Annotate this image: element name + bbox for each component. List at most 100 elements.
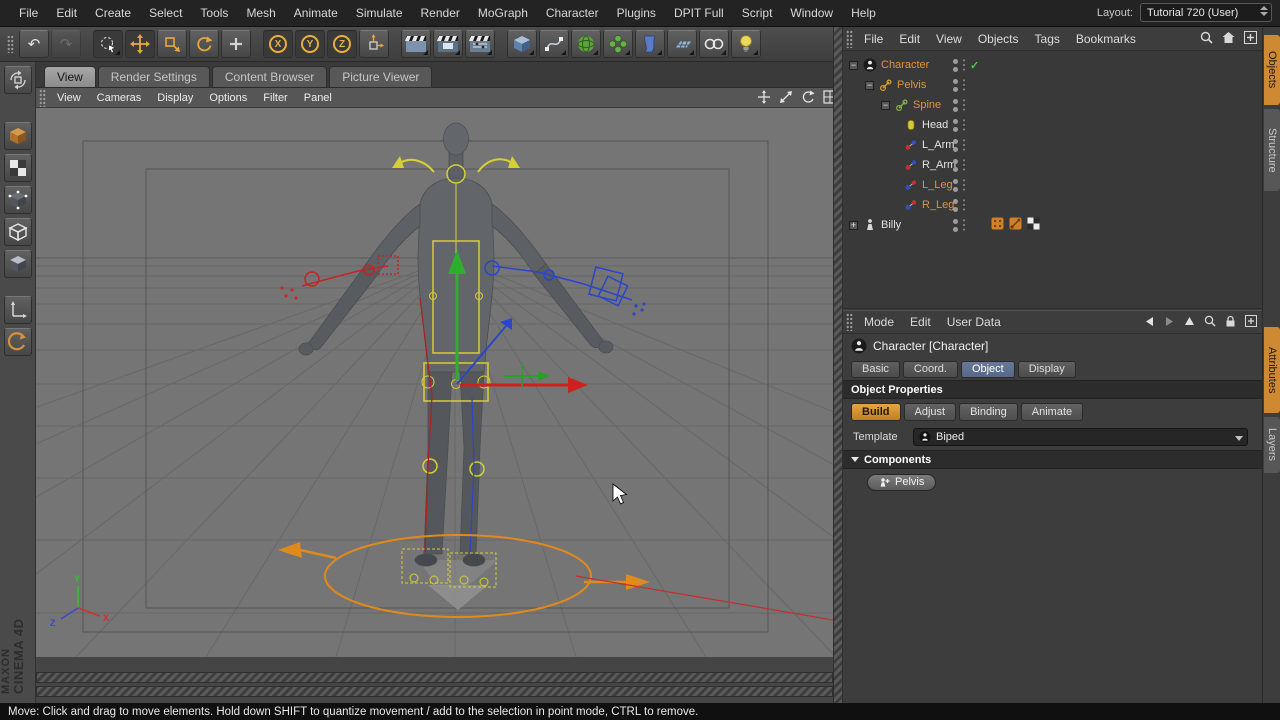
menu-tools[interactable]: Tools — [191, 6, 237, 20]
om-menu-objects[interactable]: Objects — [970, 32, 1027, 46]
scale-tool-button[interactable] — [157, 30, 187, 58]
expand-icon[interactable]: + — [849, 221, 858, 230]
tab-content-browser[interactable]: Content Browser — [212, 66, 327, 87]
coordinate-system-button[interactable] — [359, 30, 389, 58]
visibility-dots[interactable] — [953, 59, 958, 72]
zoom-view-icon[interactable] — [779, 90, 793, 104]
side-tab-objects[interactable]: Objects — [1264, 35, 1280, 105]
vp-menu-options[interactable]: Options — [201, 92, 255, 104]
last-tool-button[interactable] — [221, 30, 251, 58]
om-menu-tags[interactable]: Tags — [1027, 32, 1068, 46]
weight-tag-icon[interactable] — [991, 217, 1004, 230]
tab-object[interactable]: Object — [961, 361, 1015, 378]
rig-right-arm[interactable] — [470, 261, 646, 552]
animate-mode-button[interactable]: Animate — [1021, 403, 1083, 421]
menu-dpit-full[interactable]: DPIT Full — [665, 6, 733, 20]
am-menu-user-data[interactable]: User Data — [939, 315, 1009, 329]
tree-row-head[interactable]: Head — [843, 115, 1262, 135]
template-dropdown[interactable]: Biped — [913, 428, 1248, 446]
collapse-icon[interactable]: − — [849, 61, 858, 70]
skin-tag-icon[interactable] — [1009, 217, 1022, 230]
add-panel-icon[interactable] — [1244, 31, 1257, 44]
visibility-dots[interactable] — [953, 119, 958, 132]
vp-menu-cameras[interactable]: Cameras — [89, 92, 150, 104]
enable-axis-button[interactable] — [4, 328, 32, 356]
x-axis-lock-button[interactable]: X — [263, 30, 293, 58]
tree-row-character[interactable]: − Character ✓ — [843, 55, 1262, 75]
y-axis-lock-button[interactable]: Y — [295, 30, 325, 58]
texture-tag-icon[interactable] — [1027, 217, 1040, 230]
tree-row-spine[interactable]: − Spine — [843, 95, 1262, 115]
search-icon[interactable] — [1204, 315, 1216, 327]
render-view-button[interactable] — [401, 30, 431, 58]
menu-mesh[interactable]: Mesh — [237, 6, 284, 20]
layout-dropdown[interactable]: Tutorial 720 (User) — [1140, 3, 1272, 22]
history-forward-icon[interactable] — [1164, 316, 1175, 327]
add-cube-button[interactable] — [507, 30, 537, 58]
tab-basic[interactable]: Basic — [851, 361, 900, 378]
om-menu-bookmarks[interactable]: Bookmarks — [1068, 32, 1144, 46]
tab-render-settings[interactable]: Render Settings — [98, 66, 210, 87]
tree-row-r-arm[interactable]: R_Arm — [843, 155, 1262, 175]
menu-character[interactable]: Character — [537, 6, 608, 20]
menu-select[interactable]: Select — [140, 6, 191, 20]
tree-row-billy[interactable]: + Billy — [843, 215, 1262, 235]
toolbar-grip[interactable] — [7, 35, 14, 53]
tree-row-l-leg[interactable]: L_Leg — [843, 175, 1262, 195]
add-environment-button[interactable] — [667, 30, 697, 58]
object-label[interactable]: R_Arm — [922, 159, 956, 171]
side-tab-attributes[interactable]: Attributes — [1264, 327, 1280, 413]
add-panel-icon[interactable] — [1245, 315, 1257, 327]
tree-row-pelvis[interactable]: − Pelvis — [843, 75, 1262, 95]
rotate-tool-button[interactable] — [189, 30, 219, 58]
edges-mode-button[interactable] — [4, 218, 32, 246]
visibility-dots[interactable] — [953, 159, 958, 172]
visibility-dots[interactable] — [953, 99, 958, 112]
side-tab-structure[interactable]: Structure — [1264, 109, 1280, 191]
z-axis-lock-button[interactable]: Z — [327, 30, 357, 58]
tab-view[interactable]: View — [44, 66, 96, 87]
vertical-splitter[interactable] — [833, 27, 843, 703]
object-label[interactable]: Spine — [913, 99, 941, 111]
rig-root-controller[interactable] — [278, 535, 833, 620]
points-mode-button[interactable] — [4, 186, 32, 214]
menu-simulate[interactable]: Simulate — [347, 6, 412, 20]
menu-script[interactable]: Script — [733, 6, 782, 20]
menu-mograph[interactable]: MoGraph — [469, 6, 537, 20]
menu-window[interactable]: Window — [781, 6, 842, 20]
pan-view-icon[interactable] — [757, 90, 771, 104]
menu-plugins[interactable]: Plugins — [608, 6, 665, 20]
home-icon[interactable] — [1222, 31, 1235, 44]
menu-create[interactable]: Create — [86, 6, 140, 20]
dropdown-arrow-icon[interactable] — [1235, 436, 1243, 441]
am-menu-edit[interactable]: Edit — [902, 315, 939, 329]
visibility-dots[interactable] — [953, 179, 958, 192]
timeline-splitter-bar[interactable] — [36, 672, 833, 683]
tab-picture-viewer[interactable]: Picture Viewer — [329, 66, 432, 87]
collapse-triangle-icon[interactable] — [851, 457, 859, 462]
object-label[interactable]: R_Leg — [922, 199, 954, 211]
polygons-mode-button[interactable] — [4, 250, 32, 278]
rotate-view-icon[interactable] — [801, 90, 815, 104]
object-label[interactable]: Head — [922, 119, 948, 131]
add-pelvis-component-button[interactable]: Pelvis — [867, 474, 936, 491]
menu-help[interactable]: Help — [842, 6, 885, 20]
render-settings-button[interactable] — [465, 30, 495, 58]
object-label[interactable]: Pelvis — [897, 79, 926, 91]
om-menu-edit[interactable]: Edit — [891, 32, 928, 46]
tree-row-l-arm[interactable]: L_Arm — [843, 135, 1262, 155]
add-spline-button[interactable] — [539, 30, 569, 58]
object-label[interactable]: L_Leg — [922, 179, 953, 191]
collapse-icon[interactable]: − — [865, 81, 874, 90]
redo-button[interactable]: ↷ — [51, 30, 81, 58]
make-editable-button[interactable] — [4, 66, 32, 94]
undo-button[interactable]: ↶ — [19, 30, 49, 58]
viewport-canvas[interactable]: Y X Z — [36, 108, 833, 657]
binding-mode-button[interactable]: Binding — [959, 403, 1018, 421]
add-light-button[interactable] — [731, 30, 761, 58]
tab-coord[interactable]: Coord. — [903, 361, 958, 378]
texture-mode-button[interactable] — [4, 154, 32, 182]
visibility-dots[interactable] — [953, 199, 958, 212]
menu-animate[interactable]: Animate — [285, 6, 347, 20]
model-mode-button[interactable] — [4, 122, 32, 150]
